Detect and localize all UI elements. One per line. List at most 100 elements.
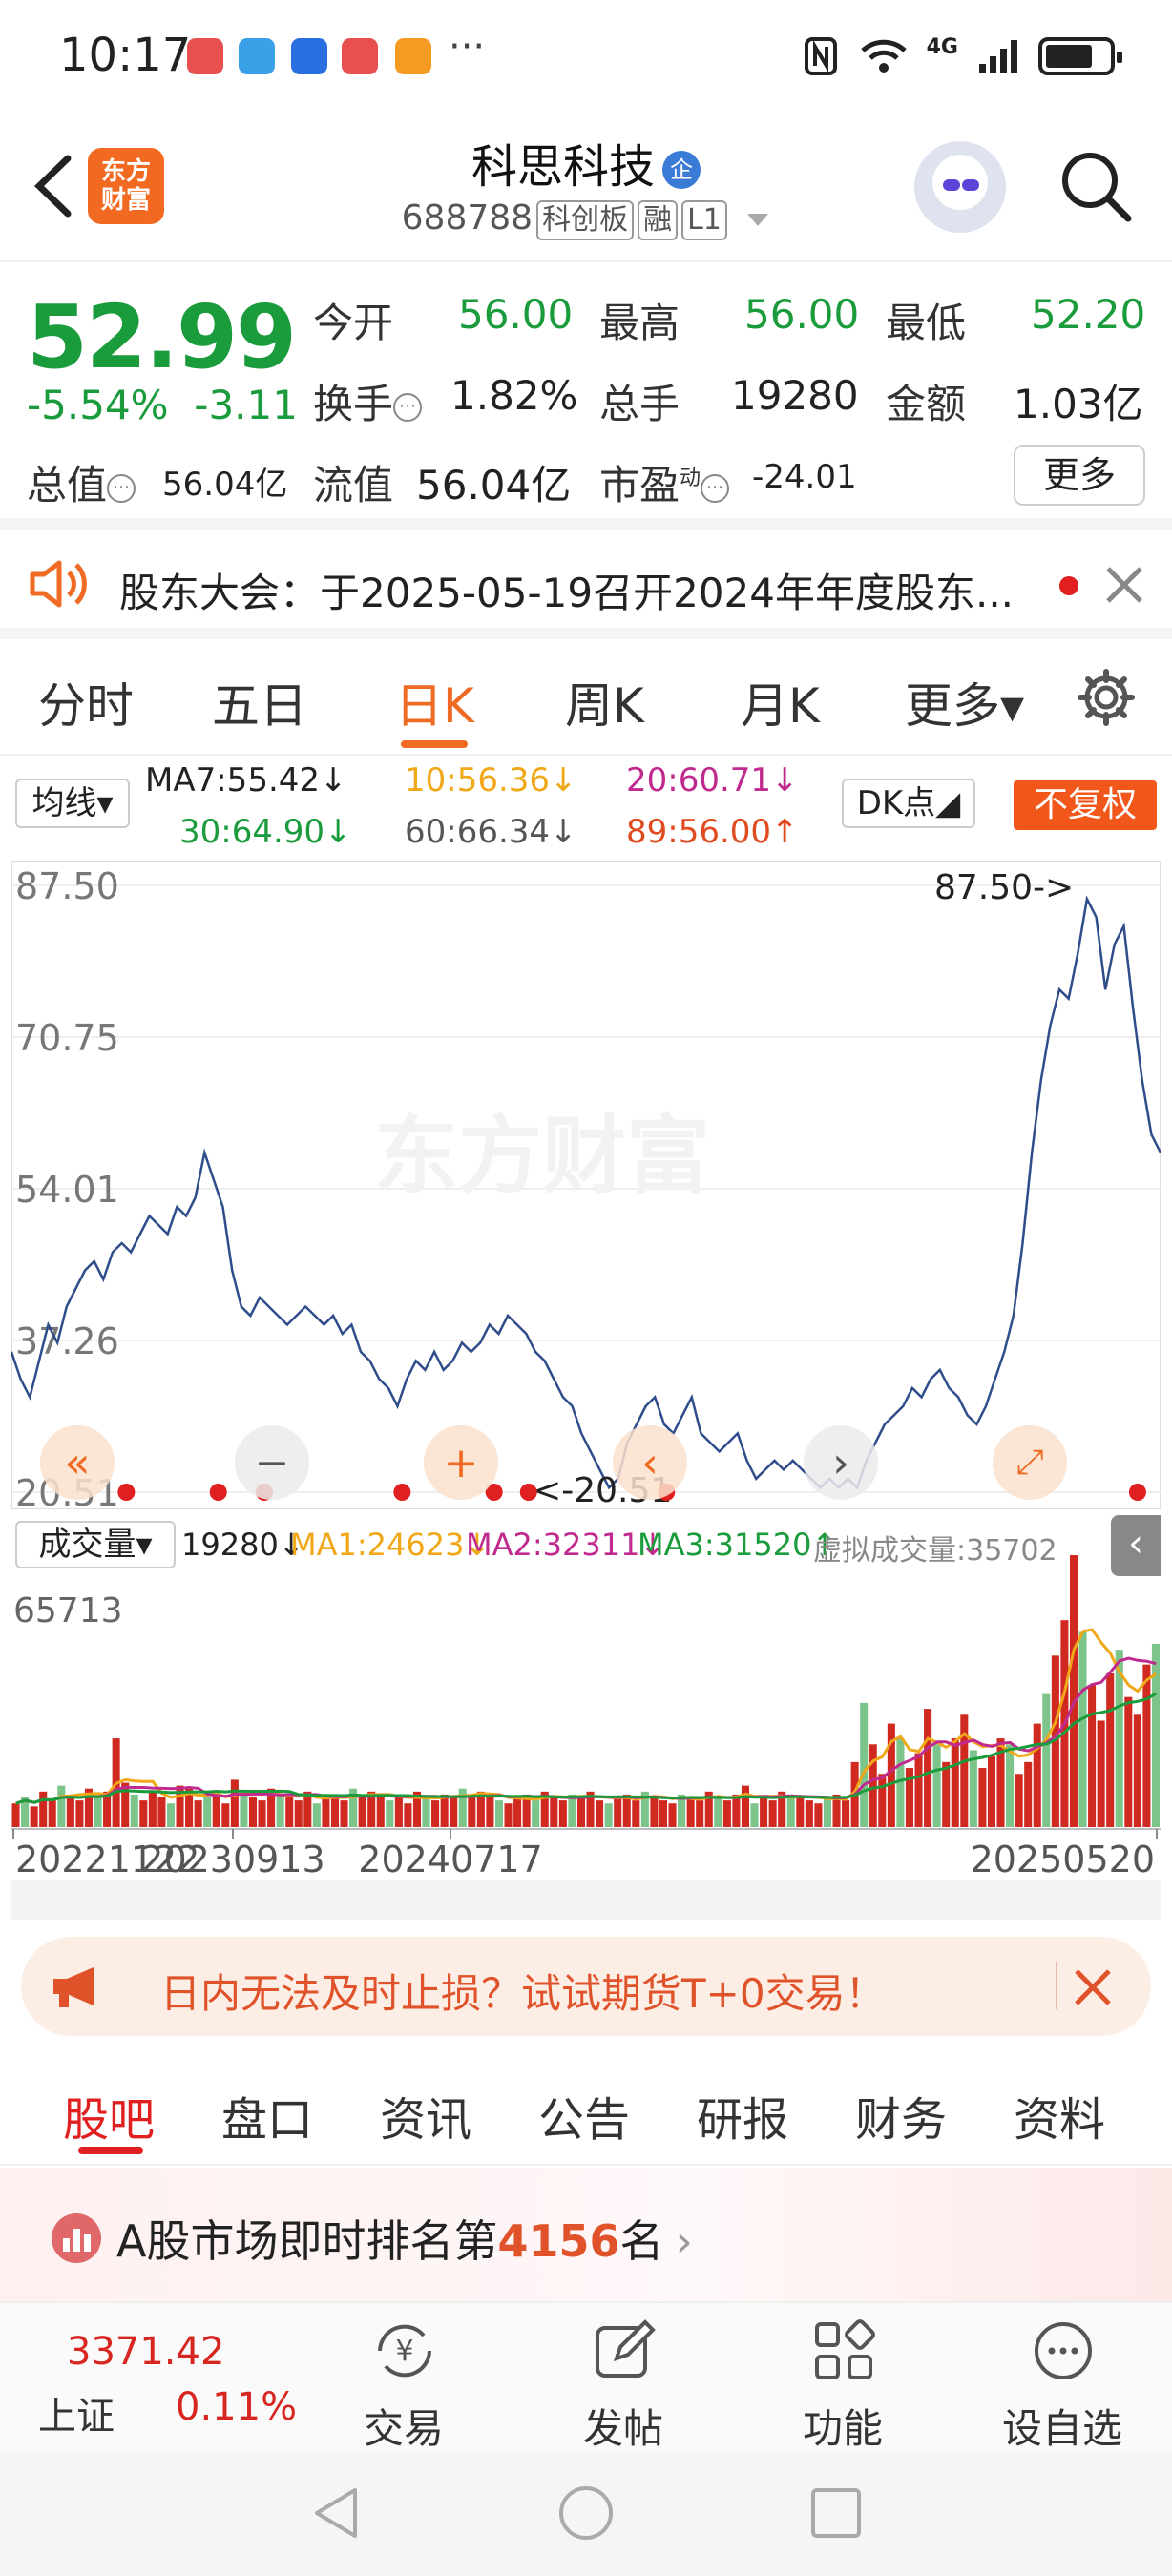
nav-post[interactable]: 发帖 — [552, 2301, 695, 2452]
x-tick-label: 20240717 — [358, 1839, 542, 1880]
volume-bar — [1069, 1555, 1078, 1827]
info-icon[interactable]: ⋯ — [393, 392, 423, 422]
nav-watchlist[interactable]: 设自选 — [991, 2301, 1134, 2452]
event-dot[interactable] — [519, 1484, 537, 1501]
turnover-value: 1.82% — [450, 372, 578, 419]
volume-bar — [1097, 1720, 1105, 1827]
dk-point-button[interactable]: DK点◢ — [842, 779, 975, 828]
gear-icon[interactable] — [1077, 668, 1136, 727]
ma89-label: 89:56.00↑ — [626, 813, 799, 851]
event-dot[interactable] — [209, 1484, 227, 1501]
recents-square-icon[interactable] — [809, 2486, 863, 2540]
ranking-chart-icon — [52, 2213, 101, 2263]
volume-bar — [576, 1797, 585, 1827]
tab-forum[interactable]: 股吧 — [63, 2082, 155, 2149]
tab-news[interactable]: 资讯 — [380, 2082, 471, 2149]
zoom-in-button[interactable]: + — [424, 1425, 498, 1500]
x-axis-labels: 2022112220230913 20240717 20250520 — [12, 1829, 1158, 1880]
board-tag: 科创板 — [536, 200, 635, 240]
nav-trade[interactable]: ¥ 交易 — [332, 2301, 475, 2452]
margin-tag: 融 — [638, 200, 679, 240]
tab-announcements[interactable]: 公告 — [538, 2082, 630, 2149]
tab-profile[interactable]: 资料 — [1014, 2082, 1105, 2149]
rank-text: A股市场即时排名第4156名 › — [116, 2215, 693, 2267]
total-mv-label: 总值 ⋯ — [27, 453, 136, 511]
amount-value: 1.03亿 — [1014, 381, 1143, 427]
volume-bar — [686, 1797, 695, 1827]
volume-bar — [1015, 1774, 1023, 1827]
tab-intraday[interactable]: 分时 — [38, 668, 134, 737]
y-tick-label: 87.50 — [15, 865, 119, 907]
more-button[interactable]: 更多 — [1014, 445, 1145, 506]
volume-bar — [157, 1797, 166, 1827]
volume-bar — [431, 1800, 440, 1827]
volume-chart[interactable]: 65713 2022112220230913 20240717 20250520 — [11, 1517, 1161, 1918]
volume-bar — [568, 1794, 576, 1827]
high-label: 最高 — [599, 300, 680, 346]
home-circle-icon[interactable] — [557, 2484, 615, 2542]
volume-bar — [221, 1803, 230, 1827]
tab-more[interactable]: 更多▾ — [905, 668, 1024, 737]
battery-icon — [1038, 37, 1122, 75]
volume-bar — [722, 1800, 731, 1827]
scroll-left-fast-button[interactable]: « — [40, 1425, 115, 1500]
info-icon[interactable]: ⋯ — [701, 473, 730, 503]
open-label: 今开 — [313, 300, 394, 346]
caret-down-icon[interactable] — [745, 210, 770, 229]
vol-y-max: 65713 — [13, 1591, 123, 1631]
step-right-button[interactable]: › — [804, 1425, 878, 1500]
volume-bar — [760, 1797, 768, 1827]
tab-five-day[interactable]: 五日 — [212, 668, 307, 737]
enterprise-badge: 企 — [662, 151, 701, 189]
tab-daily-k[interactable]: 日K — [395, 668, 474, 737]
notice-text: 股东大会：于2025-05-19召开2024年年度股东... — [119, 570, 1015, 616]
step-left-button[interactable]: ‹ — [613, 1425, 687, 1500]
low-label: 最低 — [886, 300, 967, 346]
no-adjust-button[interactable]: 不复权 — [1014, 780, 1157, 830]
max-annotation: 87.50-> — [934, 868, 1074, 907]
event-dot[interactable] — [1128, 1484, 1146, 1501]
zoom-out-button[interactable]: − — [235, 1425, 309, 1500]
fullscreen-button[interactable]: ⤢ — [993, 1425, 1067, 1500]
volume-bar — [1033, 1723, 1041, 1827]
volume-bar — [1006, 1744, 1015, 1827]
event-dot[interactable] — [117, 1484, 136, 1501]
volume-bar — [468, 1794, 476, 1827]
tab-monthly-k[interactable]: 月K — [741, 668, 820, 737]
ma-selector[interactable]: 均线▾ — [15, 779, 130, 828]
nav-trade-label: 交易 — [363, 2405, 444, 2452]
volume-bar — [513, 1797, 522, 1827]
volume-bar — [604, 1803, 613, 1827]
assistant-robot-icon[interactable] — [914, 141, 1006, 233]
stock-code: 688788 — [401, 198, 534, 238]
float-mv-value: 56.04亿 — [416, 462, 572, 509]
turnover-label: 换手 ⋯ — [313, 372, 423, 430]
event-dot[interactable] — [393, 1484, 411, 1501]
app-icon — [291, 38, 327, 74]
back-triangle-icon[interactable] — [309, 2484, 363, 2542]
signal-icon — [979, 40, 1017, 73]
volume-bar — [1133, 1714, 1141, 1827]
volume-bar — [696, 1800, 704, 1827]
volume-bar — [878, 1774, 887, 1827]
close-icon[interactable] — [1102, 563, 1146, 607]
volume-bar — [358, 1797, 366, 1827]
level-tag: L1 — [681, 200, 727, 240]
index-ticker[interactable]: 3371.42 上证 0.11% — [21, 2318, 307, 2442]
volume-bar — [422, 1797, 430, 1827]
ad-text: 日内无法及时止损？试试期货T+0交易！ — [160, 1970, 886, 2017]
volume-bar — [48, 1800, 56, 1827]
tab-research[interactable]: 研报 — [697, 2082, 788, 2149]
search-icon[interactable] — [1057, 148, 1134, 224]
volume-bar — [823, 1797, 831, 1827]
price-chart[interactable]: 东方财富 87.5070.7554.0137.2620.51 87.50-> <… — [11, 861, 1161, 1509]
volume-bar — [11, 1803, 20, 1827]
active-section-indicator — [78, 2147, 143, 2154]
tab-weekly-k[interactable]: 周K — [565, 668, 644, 737]
info-icon[interactable]: ⋯ — [107, 473, 136, 503]
tab-orderbook[interactable]: 盘口 — [221, 2082, 313, 2149]
tab-financials[interactable]: 财务 — [855, 2082, 947, 2149]
nav-functions[interactable]: 功能 — [771, 2301, 914, 2452]
close-icon[interactable] — [1073, 1967, 1113, 2007]
volume-bar — [248, 1797, 257, 1827]
